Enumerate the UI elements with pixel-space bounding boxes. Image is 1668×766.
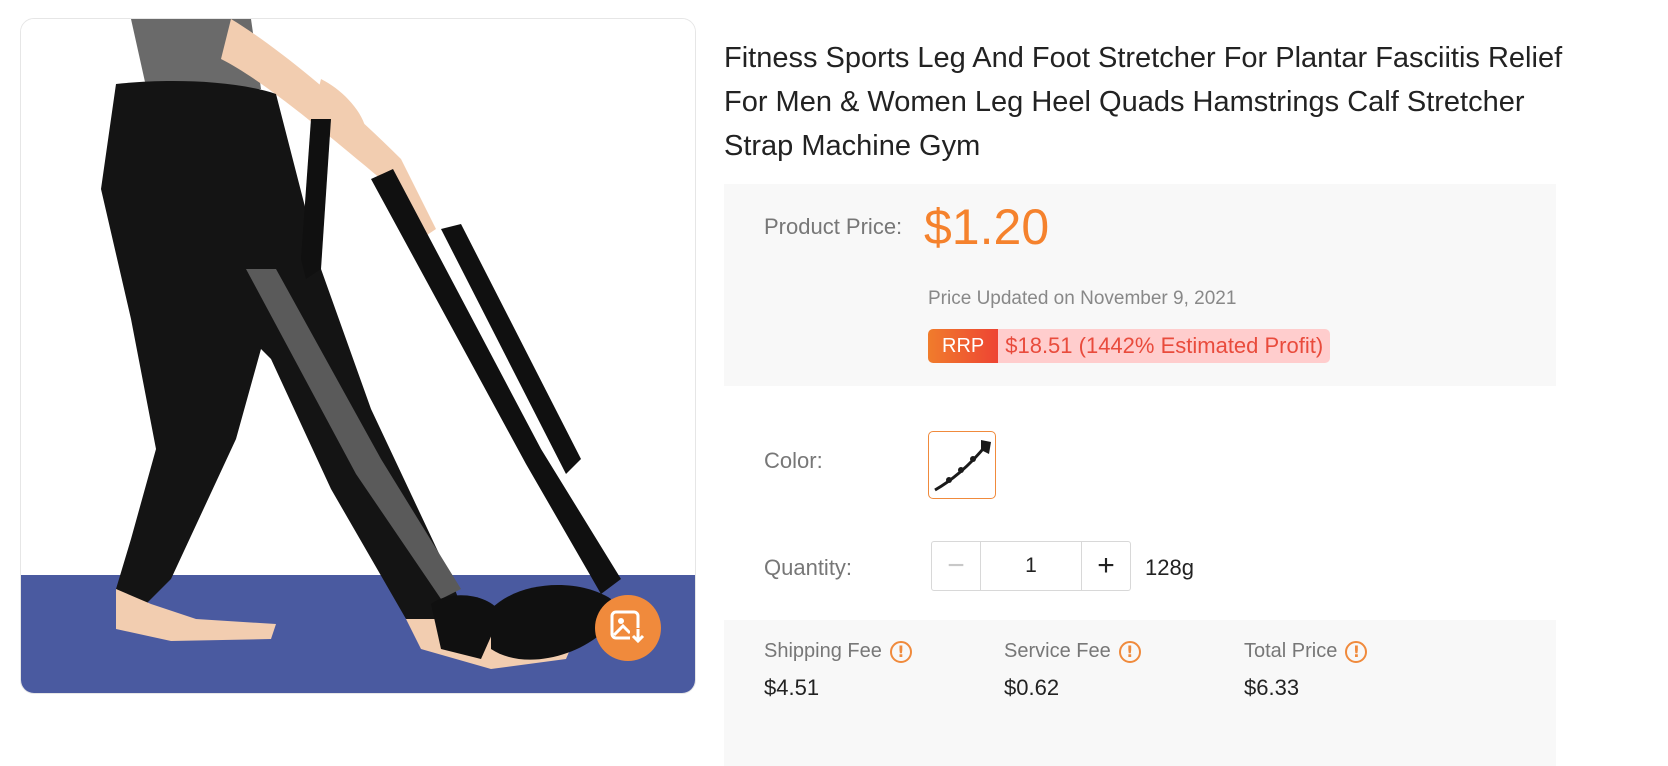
product-image <box>20 18 696 694</box>
image-download-icon <box>610 610 646 646</box>
rrp-tag: RRP <box>928 329 999 363</box>
price-panel: Product Price: $1.20 Price Updated on No… <box>724 184 1556 386</box>
service-fee-value: $0.62 <box>1004 675 1060 700</box>
total-price-value: $6.33 <box>1244 675 1300 700</box>
quantity-input[interactable] <box>981 541 1081 591</box>
quantity-increase-button[interactable]: + <box>1081 541 1131 591</box>
quantity-stepper: − + <box>931 541 1131 591</box>
color-swatch-option[interactable] <box>928 431 996 499</box>
color-label: Color: <box>764 448 823 473</box>
product-title: Fitness Sports Leg And Foot Stretcher Fo… <box>724 42 1563 162</box>
shipping-info-icon[interactable]: ! <box>889 640 912 663</box>
total-price-label: Total Price <box>1244 640 1338 662</box>
service-fee-label: Service Fee <box>1004 640 1111 662</box>
product-photo <box>21 19 695 693</box>
rrp-value: $18.51 (1442% Estimated Profit) <box>998 329 1331 363</box>
shipping-fee-value: $4.51 <box>764 675 820 700</box>
service-info-icon[interactable]: ! <box>1118 640 1141 663</box>
shipping-fee-label: Shipping Fee <box>764 640 882 662</box>
product-weight: 128g <box>1145 555 1194 580</box>
download-image-button[interactable] <box>595 595 661 661</box>
rrp-badge: RRP $18.51 (1442% Estimated Profit) <box>928 329 1331 363</box>
service-fee: Service Fee ! $0.62 <box>1004 640 1141 701</box>
total-info-icon[interactable]: ! <box>1345 640 1368 663</box>
quantity-decrease-button[interactable]: − <box>931 541 981 591</box>
fees-panel: Shipping Fee ! $4.51 Service Fee ! $0.62… <box>724 620 1556 766</box>
quantity-label: Quantity: <box>764 555 853 580</box>
product-price-label: Product Price: <box>764 214 903 239</box>
shipping-fee: Shipping Fee ! $4.51 <box>764 640 912 701</box>
product-price-value: $1.20 <box>924 199 1050 255</box>
price-updated-text: Price Updated on November 9, 2021 <box>928 288 1237 309</box>
strap-thumbnail-icon <box>934 440 991 492</box>
total-price: Total Price ! $6.33 <box>1244 640 1368 701</box>
